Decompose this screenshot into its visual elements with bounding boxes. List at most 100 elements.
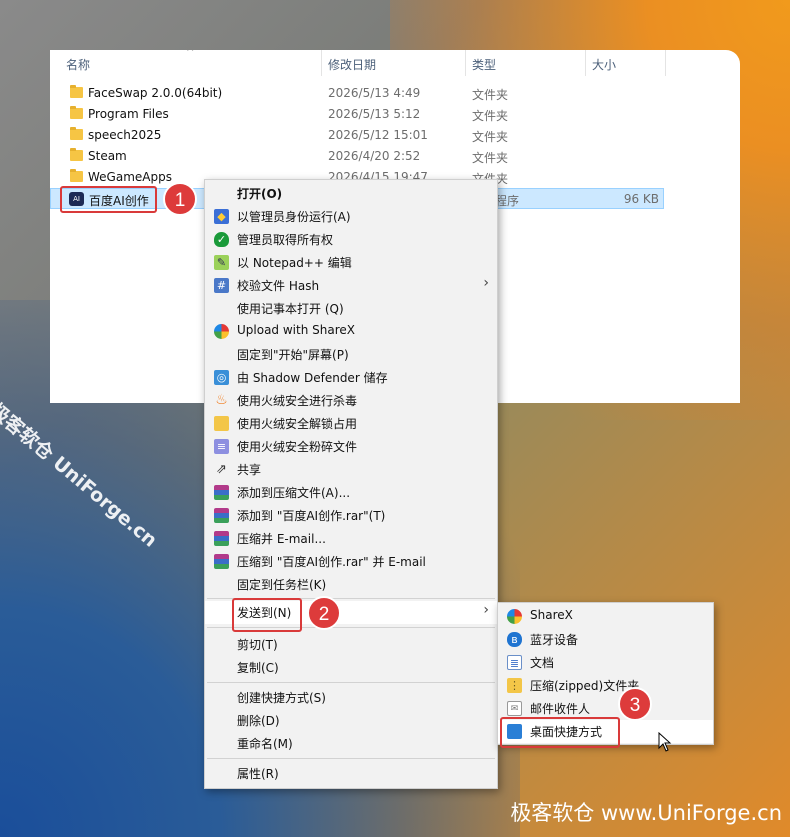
mail-icon: ✉ (507, 701, 522, 716)
menu-item-label: 文档 (530, 656, 555, 670)
menu-item-properties[interactable]: 属性(R) (205, 762, 497, 785)
file-row[interactable]: Steam 2026/4/20 2:52 文件夹 (50, 146, 740, 167)
winrar-icon (214, 531, 229, 546)
hash-icon: # (214, 278, 229, 293)
sendto-item-bluetooth[interactable]: ʙ 蓝牙设备 (498, 628, 713, 651)
uac-shield-icon: ◆ (214, 209, 229, 224)
file-date: 2026/5/13 4:49 (328, 86, 421, 100)
column-date-header[interactable]: 修改日期 (328, 56, 376, 73)
menu-item-label: 压缩并 E-mail... (237, 532, 326, 546)
menu-item-label: 复制(C) (237, 661, 279, 675)
sendto-item-sharex[interactable]: ShareX (498, 605, 713, 628)
menu-item-label: 剪切(T) (237, 638, 278, 652)
huorong-icon: ♨ (215, 392, 228, 408)
menu-item-take-ownership[interactable]: ✓ 管理员取得所有权 (205, 228, 497, 251)
bluetooth-icon: ʙ (507, 632, 522, 647)
step-1-highlight-box (60, 186, 157, 213)
winrar-icon (214, 554, 229, 569)
menu-item-add-rar[interactable]: 添加到 "百度AI创作.rar"(T) (205, 504, 497, 527)
menu-item-run-as-admin[interactable]: ◆ 以管理员身份运行(A) (205, 205, 497, 228)
menu-item-label: 校验文件 Hash (237, 279, 320, 293)
menu-item-label: 以 Notepad++ 编辑 (237, 256, 352, 270)
menu-separator (207, 682, 495, 683)
menu-item-hash[interactable]: # 校验文件 Hash › (205, 274, 497, 297)
column-size-header[interactable]: 大小 (592, 56, 616, 73)
column-header-row: ^ 名称 修改日期 类型 大小 (50, 50, 740, 76)
file-row[interactable]: speech2025 2026/5/12 15:01 文件夹 (50, 125, 740, 146)
menu-item-label: 删除(D) (237, 714, 280, 728)
shadow-defender-icon: ◎ (214, 370, 229, 385)
file-name: FaceSwap 2.0.0(64bit) (88, 86, 223, 100)
menu-item-label: 使用火绒安全解锁占用 (237, 417, 358, 431)
submenu-arrow-icon: › (483, 602, 489, 618)
menu-item-notepadpp[interactable]: ✎ 以 Notepad++ 编辑 (205, 251, 497, 274)
file-type: 文件夹 (472, 109, 509, 123)
menu-item-pin-start[interactable]: 固定到"开始"屏幕(P) (205, 343, 497, 366)
menu-item-label: 重命名(M) (237, 737, 293, 751)
sendto-item-documents[interactable]: ≣ 文档 (498, 651, 713, 674)
zip-folder-icon: ⋮ (507, 678, 522, 693)
menu-item-label: 创建快捷方式(S) (237, 691, 326, 705)
menu-item-pin-taskbar[interactable]: 固定到任务栏(K) (205, 573, 497, 596)
menu-item-label: 打开(O) (237, 187, 283, 201)
menu-item-create-shortcut[interactable]: 创建快捷方式(S) (205, 686, 497, 709)
menu-item-add-archive[interactable]: 添加到压缩文件(A)... (205, 481, 497, 504)
folder-unlock-icon (214, 416, 229, 431)
menu-item-huorong-unlock[interactable]: 使用火绒安全解锁占用 (205, 412, 497, 435)
menu-item-label: 属性(R) (237, 767, 279, 781)
file-type: 文件夹 (472, 88, 509, 102)
step-2-highlight-box (232, 598, 302, 632)
document-icon: ≣ (507, 655, 522, 670)
menu-item-label: 添加到压缩文件(A)... (237, 486, 351, 500)
step-1-badge: 1 (163, 182, 197, 216)
menu-item-compress-rar-email[interactable]: 压缩到 "百度AI创作.rar" 并 E-mail (205, 550, 497, 573)
menu-item-cut[interactable]: 剪切(T) (205, 633, 497, 656)
menu-item-open[interactable]: 打开(O) (205, 182, 497, 205)
menu-item-copy[interactable]: 复制(C) (205, 656, 497, 679)
menu-item-delete[interactable]: 删除(D) (205, 709, 497, 732)
menu-separator (207, 758, 495, 759)
menu-item-huorong-shred[interactable]: ≡ 使用火绒安全粉碎文件 (205, 435, 497, 458)
column-divider[interactable] (465, 50, 466, 76)
column-type-header[interactable]: 类型 (472, 56, 496, 73)
menu-item-notepad[interactable]: 使用记事本打开 (Q) (205, 297, 497, 320)
sharex-icon (507, 609, 522, 624)
menu-item-label: 共享 (237, 463, 262, 477)
submenu-arrow-icon: › (483, 275, 489, 291)
menu-item-label: 使用火绒安全粉碎文件 (237, 440, 358, 454)
menu-item-label: 以管理员身份运行(A) (237, 210, 351, 224)
column-divider[interactable] (665, 50, 666, 76)
green-shield-icon: ✓ (214, 232, 229, 247)
column-divider[interactable] (585, 50, 586, 76)
file-name: speech2025 (88, 128, 162, 142)
column-divider[interactable] (321, 50, 322, 76)
file-name: Steam (88, 149, 127, 163)
menu-item-compress-email[interactable]: 压缩并 E-mail... (205, 527, 497, 550)
winrar-icon (214, 508, 229, 523)
file-date: 2026/5/13 5:12 (328, 107, 421, 121)
menu-item-label: 使用火绒安全进行杀毒 (237, 394, 358, 408)
file-size: 96 KB (623, 192, 659, 206)
menu-item-shadow-defender[interactable]: ◎ 由 Shadow Defender 储存 (205, 366, 497, 389)
file-row[interactable]: Program Files 2026/5/13 5:12 文件夹 (50, 104, 740, 125)
menu-item-huorong-scan[interactable]: ♨ 使用火绒安全进行杀毒 (205, 389, 497, 412)
menu-item-label: Upload with ShareX (237, 323, 355, 337)
menu-item-label: 固定到任务栏(K) (237, 578, 327, 592)
menu-item-label: 添加到 "百度AI创作.rar"(T) (237, 509, 386, 523)
file-date: 2026/4/20 2:52 (328, 149, 421, 163)
winrar-icon (214, 485, 229, 500)
column-name-header[interactable]: 名称 (66, 56, 90, 73)
share-icon: ⇗ (216, 462, 227, 477)
context-menu: 打开(O) ◆ 以管理员身份运行(A) ✓ 管理员取得所有权 ✎ 以 Notep… (204, 179, 498, 789)
menu-item-sharex[interactable]: Upload with ShareX (205, 320, 497, 343)
menu-item-label: 由 Shadow Defender 储存 (237, 371, 388, 385)
folder-icon (70, 169, 83, 182)
menu-item-share[interactable]: ⇗ 共享 (205, 458, 497, 481)
sharex-icon (214, 324, 229, 339)
menu-item-label: 使用记事本打开 (Q) (237, 302, 344, 316)
sort-arrow-icon: ^ (186, 50, 195, 58)
file-name: Program Files (88, 107, 169, 121)
sendto-item-zip[interactable]: ⋮ 压缩(zipped)文件夹 (498, 674, 713, 697)
file-row[interactable]: FaceSwap 2.0.0(64bit) 2026/5/13 4:49 文件夹 (50, 83, 740, 104)
menu-item-rename[interactable]: 重命名(M) (205, 732, 497, 755)
